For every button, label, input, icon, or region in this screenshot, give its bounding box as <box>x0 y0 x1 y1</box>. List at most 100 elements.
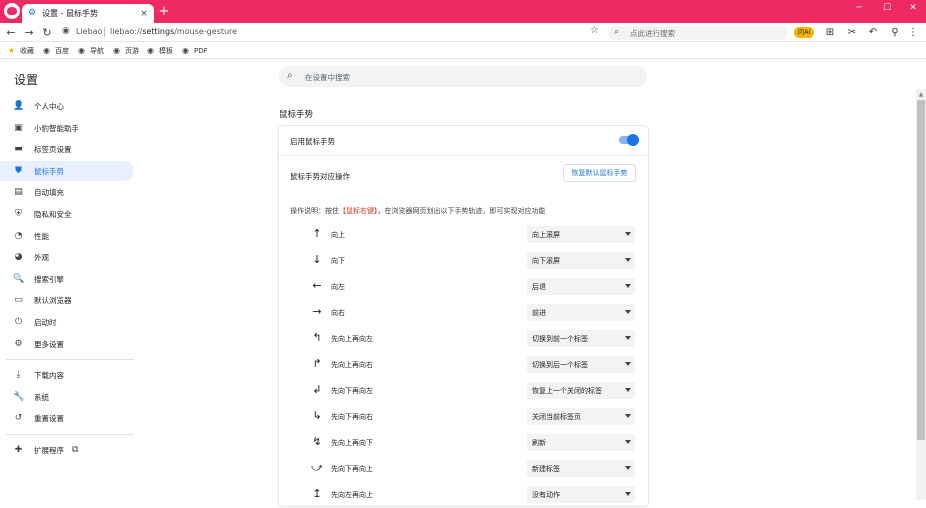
star-icon: ★ <box>7 46 16 55</box>
settings-search-input[interactable]: ⌕ 在设置中搜索 <box>279 66 647 87</box>
sidebar-item-more-settings[interactable]: ⚙ 更多设置 <box>0 334 134 354</box>
tab-settings[interactable]: ⚙ 设置 - 鼠标手势 × <box>22 4 154 23</box>
site-name: Liebao <box>76 27 103 36</box>
gesture-action-select[interactable]: 刷新 <box>527 434 635 451</box>
sidebar-item-label: 更多设置 <box>34 339 64 349</box>
close-window-button[interactable]: ✕ <box>899 0 926 16</box>
row-divider <box>279 155 648 156</box>
gesture-row: ← 向左 后退 <box>279 274 648 300</box>
palette-icon: ◕ <box>14 251 23 262</box>
bookmark-item[interactable]: ◉ 页游 <box>112 45 139 56</box>
arrow-down-icon: ↓ <box>312 253 322 266</box>
pin-icon[interactable]: ⚲ <box>888 26 902 40</box>
gesture-action-select[interactable]: 关闭当前标签页 <box>527 408 635 425</box>
caret-down-icon <box>625 388 631 392</box>
sidebar-item-privacy[interactable]: ⛨ 隐私和安全 <box>0 204 134 224</box>
search-icon: ⌕ <box>287 70 293 81</box>
gesture-action-select[interactable]: 前进 <box>527 304 635 321</box>
gesture-ops-label: 鼠标手势对应操作 <box>290 172 350 181</box>
sidebar-item-tabs[interactable]: ▬ 标签页设置 <box>0 139 134 159</box>
gesture-action-value: 切换到前一个标签 <box>532 335 588 343</box>
arrow-down-right-icon: ↳ <box>312 409 322 422</box>
gamepad-icon[interactable]: ⊞ <box>823 26 837 40</box>
gesture-row: ⤻ 先向下再向上 新建标签 <box>279 456 648 482</box>
toolbar-search-placeholder: 点此进行搜索 <box>630 29 675 38</box>
gesture-row: ↑ 向上 向上滚屏 <box>279 222 648 248</box>
restore-default-gestures-button[interactable]: 恢复默认鼠标手势 <box>563 164 636 182</box>
sidebar-item-profile[interactable]: 👤 个人中心 <box>0 96 134 116</box>
new-tab-button[interactable]: + <box>157 5 171 19</box>
puzzle-icon: ✚ <box>14 444 23 455</box>
sidebar-item-appearance[interactable]: ◕ 外观 <box>0 247 134 267</box>
back-arrow-icon[interactable]: ← <box>4 26 18 40</box>
sidebar-item-mouse-gesture[interactable]: ⛊ 鼠标手势 <box>0 161 134 181</box>
forward-arrow-icon[interactable]: → <box>22 26 36 40</box>
gesture-action-select[interactable]: 切换到前一个标签 <box>527 330 635 347</box>
sidebar-item-default-browser[interactable]: ▭ 默认浏览器 <box>0 290 134 310</box>
scroll-up-arrow-icon[interactable]: ▲ <box>917 91 925 99</box>
enable-gesture-toggle[interactable] <box>619 134 639 146</box>
gesture-row: ↲ 先向下再向左 恢复上一个关闭的标签 <box>279 378 648 404</box>
sidebar-item-extensions[interactable]: ✚ 扩展程序 ⧉ <box>0 440 134 460</box>
bookmark-item[interactable]: ◉ 导航 <box>77 45 104 56</box>
liebao-logo-icon[interactable] <box>4 3 20 19</box>
gesture-action-select[interactable]: 没有动作 <box>527 486 635 503</box>
gesture-action-value: 后退 <box>532 283 546 291</box>
gear-icon: ⚙ <box>14 338 23 349</box>
sidebar-item-reset[interactable]: ↺ 重置设置 <box>0 408 134 428</box>
ask-ai-button[interactable]: 问AI <box>794 27 814 38</box>
sidebar-item-performance[interactable]: ◔ 性能 <box>0 226 134 246</box>
sidebar-item-system[interactable]: 🔧 系统 <box>0 387 134 407</box>
gesture-action-select[interactable]: 后退 <box>527 278 635 295</box>
scrollbar-thumb[interactable] <box>917 100 925 440</box>
bookmark-item[interactable]: ◉ 模板 <box>146 45 173 56</box>
maximize-button[interactable]: ☐ <box>873 0 901 16</box>
sidebar-item-label: 搜索引擎 <box>34 274 64 284</box>
address-bar[interactable]: ◉ Liebao liebao://settings/mouse-gesture… <box>58 25 606 40</box>
gesture-action-select[interactable]: 切换到后一个标签 <box>527 356 635 373</box>
arrow-up-left-icon: ↰ <box>312 331 322 344</box>
bookmark-item[interactable]: ◉ PDF <box>181 45 208 56</box>
history-icon: ↺ <box>14 412 23 423</box>
tab-icon: ▬ <box>14 143 23 154</box>
gesture-action-select[interactable]: 新建标签 <box>527 460 635 477</box>
bookmark-item[interactable]: ◉ 百度 <box>42 45 69 56</box>
site-info-icon[interactable]: ◉ <box>62 26 70 36</box>
gesture-action-select[interactable]: 向下滚屏 <box>527 252 635 269</box>
url-text[interactable]: liebao://settings/mouse-gesture <box>110 27 237 36</box>
gesture-name: 向左 <box>331 283 345 291</box>
search-icon: 🔍 <box>13 273 25 284</box>
minimize-button[interactable]: ─ <box>845 0 873 16</box>
sidebar-item-label: 启动时 <box>34 317 57 327</box>
sidebar-item-label: 标签页设置 <box>34 144 72 154</box>
chat-icon: ▣ <box>14 122 23 133</box>
globe-icon: ◉ <box>43 46 50 55</box>
url-prefix: liebao:// <box>110 27 143 36</box>
gesture-action-value: 没有动作 <box>532 491 560 499</box>
scissors-icon[interactable]: ✂ <box>845 26 859 40</box>
gesture-settings-card: 启用鼠标手势 鼠标手势对应操作 恢复默认鼠标手势 操作说明：按住【鼠标右键】，在… <box>279 126 648 506</box>
bookmark-star-icon[interactable]: ☆ <box>590 25 599 36</box>
undo-icon[interactable]: ↶ <box>866 26 880 40</box>
toggle-knob <box>627 134 639 146</box>
more-menu-icon[interactable]: ⋮ <box>906 26 920 40</box>
gesture-action-select[interactable]: 向上滚屏 <box>527 226 635 243</box>
sidebar-item-label: 隐私和安全 <box>34 209 72 219</box>
sidebar-item-downloads[interactable]: ⤓ 下载内容 <box>0 365 134 385</box>
bookmark-item[interactable]: ★ 收藏 <box>7 45 34 56</box>
sidebar-item-autofill[interactable]: ▤ 自动填充 <box>0 182 134 202</box>
sidebar-item-label: 系统 <box>34 392 49 402</box>
sidebar-item-label: 小豹智能助手 <box>34 123 79 133</box>
tab-close-icon[interactable]: × <box>138 8 150 20</box>
reload-icon[interactable]: ↻ <box>40 26 54 40</box>
globe-icon: ◉ <box>113 46 120 55</box>
sidebar-item-label: 鼠标手势 <box>34 166 64 176</box>
caret-down-icon <box>625 466 631 470</box>
gesture-row: ↯ 先向上再向下 刷新 <box>279 430 648 456</box>
sidebar-item-assistant[interactable]: ▣ 小豹智能助手 <box>0 118 134 138</box>
toolbar-search-input[interactable]: ⌕ 点此进行搜索 <box>608 26 788 40</box>
sidebar-item-search-engine[interactable]: 🔍 搜索引擎 <box>0 269 134 289</box>
gesture-action-select[interactable]: 恢复上一个关闭的标签 <box>527 382 635 399</box>
globe-icon: ◉ <box>78 46 85 55</box>
sidebar-item-on-startup[interactable]: ⏻ 启动时 <box>0 312 134 332</box>
